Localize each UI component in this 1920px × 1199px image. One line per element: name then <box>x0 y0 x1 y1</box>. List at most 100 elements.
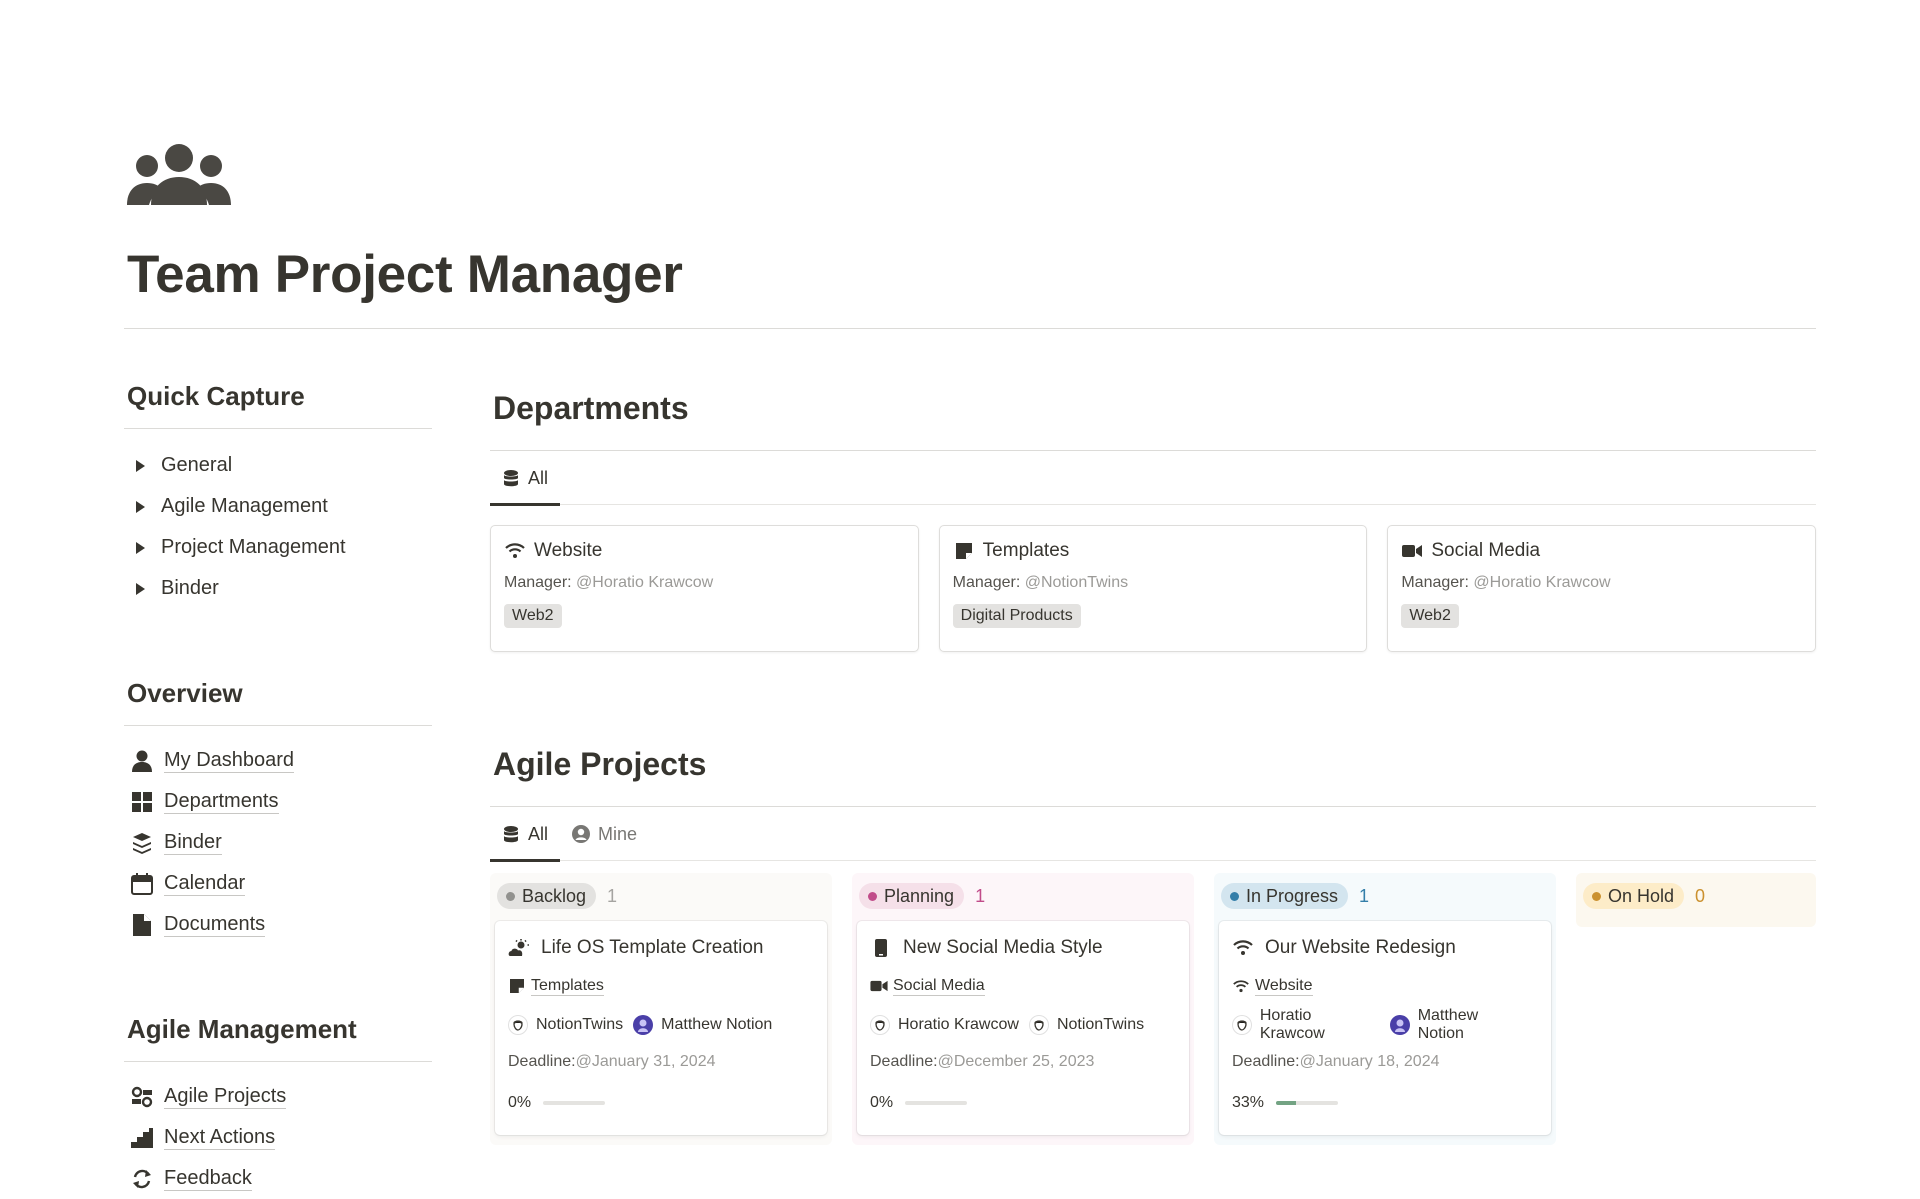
avatar <box>1028 1015 1049 1035</box>
department-link[interactable]: Templates <box>531 976 604 996</box>
tab-label: All <box>528 467 549 488</box>
right-column: Departments All Website Manager: @Horati… <box>490 376 1817 1145</box>
assignee[interactable]: Matthew Notion <box>633 1015 772 1035</box>
manager-mention[interactable]: @Horatio Krawcow <box>576 574 713 591</box>
link-label[interactable]: Documents <box>164 912 266 937</box>
tab-mine[interactable]: Mine <box>560 807 649 861</box>
department-card[interactable]: Website Manager: @Horatio Krawcow Web2 <box>490 525 919 652</box>
project-card[interactable]: New Social Media Style Social Media Hora… <box>857 921 1189 1135</box>
person-icon <box>130 749 154 773</box>
progress-bar <box>1276 1101 1339 1105</box>
link-documents[interactable]: Documents <box>124 904 432 945</box>
link-label[interactable]: Departments <box>164 789 279 814</box>
assignee[interactable]: Matthew Notion <box>1389 1007 1528 1043</box>
layers-icon <box>130 831 154 855</box>
link-departments[interactable]: Departments <box>124 781 432 822</box>
deadline-label: Deadline: <box>1232 1053 1300 1070</box>
department-card[interactable]: Templates Manager: @NotionTwins Digital … <box>938 525 1368 652</box>
board-column-planning: Planning 1 New Social Media Style Social… <box>852 873 1194 1145</box>
agile-management-list: Agile Projects Next Actions Feedback <box>124 1076 432 1199</box>
deadline-date[interactable]: @January 31, 2024 <box>576 1053 716 1070</box>
assignee[interactable]: NotionTwins <box>508 1015 623 1035</box>
avatar <box>1389 1015 1410 1035</box>
department-link[interactable]: Social Media <box>893 976 985 996</box>
link-agile-projects[interactable]: Agile Projects <box>124 1076 432 1117</box>
assignee-name: Horatio Krawcow <box>1259 1007 1325 1042</box>
assignees: Horatio Krawcow Matthew Notion <box>1232 1007 1538 1042</box>
project-card[interactable]: Our Website Redesign Website Horatio Kra… <box>1219 921 1551 1135</box>
link-binder[interactable]: Binder <box>124 822 432 863</box>
link-label[interactable]: Agile Projects <box>164 1084 287 1109</box>
avatar <box>870 1015 890 1035</box>
manager-mention[interactable]: @NotionTwins <box>1025 574 1128 591</box>
card-title: New Social Media Style <box>903 937 1103 958</box>
agile-projects-title[interactable]: Agile Projects <box>490 732 1816 796</box>
manager-label: Manager: <box>504 574 572 591</box>
tab-all[interactable]: All <box>490 807 561 862</box>
department-card[interactable]: Social Media Manager: @Horatio Krawcow W… <box>1387 525 1817 652</box>
assignee[interactable]: Horatio Krawcow <box>870 1015 1019 1035</box>
board-column-in-progress: In Progress 1 Our Website Redesign Websi… <box>1214 873 1556 1145</box>
toggle-binder[interactable]: Binder <box>124 568 432 609</box>
manager-label: Manager: <box>1401 574 1469 591</box>
assignees: NotionTwins Matthew Notion <box>508 1014 814 1036</box>
progress-label: 0% <box>508 1094 532 1111</box>
database-icon <box>502 825 520 843</box>
status-dot <box>506 891 515 901</box>
link-calendar[interactable]: Calendar <box>124 863 432 904</box>
stairs-icon <box>130 1126 154 1150</box>
status-badge[interactable]: Backlog <box>497 883 597 909</box>
departments-title[interactable]: Departments <box>490 376 1816 440</box>
database-icon <box>502 469 520 487</box>
link-label[interactable]: Next Actions <box>164 1125 276 1150</box>
progress-label: 0% <box>870 1094 894 1111</box>
avatar <box>633 1015 654 1035</box>
toggle-label: Project Management <box>161 536 346 558</box>
link-label[interactable]: Binder <box>164 830 222 855</box>
category-tag: Web2 <box>504 604 562 628</box>
divider <box>124 1061 432 1062</box>
board-column-on-hold: On Hold 0 <box>1576 873 1816 927</box>
link-next-actions[interactable]: Next Actions <box>124 1117 432 1158</box>
toggle-label: Agile Management <box>161 495 328 517</box>
assignee[interactable]: Horatio Krawcow <box>1232 1007 1380 1043</box>
caret-right-icon[interactable] <box>136 541 145 554</box>
agile-icon <box>130 1085 154 1109</box>
deadline-date[interactable]: @December 25, 2023 <box>938 1053 1095 1070</box>
status-badge[interactable]: In Progress <box>1221 883 1349 909</box>
status-badge[interactable]: Planning <box>859 883 965 909</box>
tab-label: All <box>528 823 549 844</box>
tab-all[interactable]: All <box>490 451 561 506</box>
link-label[interactable]: My Dashboard <box>164 748 295 773</box>
manager-mention[interactable]: @Horatio Krawcow <box>1473 574 1610 591</box>
project-card[interactable]: Life OS Template Creation Templates Noti… <box>495 921 827 1135</box>
title-divider <box>124 328 1816 329</box>
caret-right-icon[interactable] <box>136 459 145 472</box>
caret-right-icon[interactable] <box>136 582 145 595</box>
department-link[interactable]: Website <box>1255 976 1313 996</box>
deadline-date[interactable]: @January 18, 2024 <box>1300 1053 1440 1070</box>
toggle-general[interactable]: General <box>124 445 432 486</box>
overview-heading: Overview <box>127 678 243 708</box>
column-count: 1 <box>1359 885 1370 906</box>
column-count: 0 <box>1695 885 1706 906</box>
caret-right-icon[interactable] <box>136 500 145 513</box>
link-my-dashboard[interactable]: My Dashboard <box>124 740 432 781</box>
toggle-project-management[interactable]: Project Management <box>124 527 432 568</box>
agile-projects-tabs: All Mine <box>490 807 1816 862</box>
overview-list: My Dashboard Departments Binder Calendar… <box>124 740 432 945</box>
status-badge[interactable]: On Hold <box>1583 883 1685 909</box>
document-icon <box>130 913 154 937</box>
assignee[interactable]: NotionTwins <box>1028 1015 1144 1035</box>
toggle-agile-management[interactable]: Agile Management <box>124 486 432 527</box>
wifi-icon <box>1232 937 1254 959</box>
link-feedback[interactable]: Feedback <box>124 1158 432 1199</box>
link-label[interactable]: Calendar <box>164 871 246 896</box>
status-label: Planning <box>884 885 955 906</box>
category-tag: Web2 <box>1401 604 1459 628</box>
divider <box>124 428 432 429</box>
card-title: Life OS Template Creation <box>541 937 764 958</box>
card-title: Website <box>534 540 603 561</box>
link-label[interactable]: Feedback <box>164 1166 252 1191</box>
progress-fill <box>1276 1101 1297 1105</box>
